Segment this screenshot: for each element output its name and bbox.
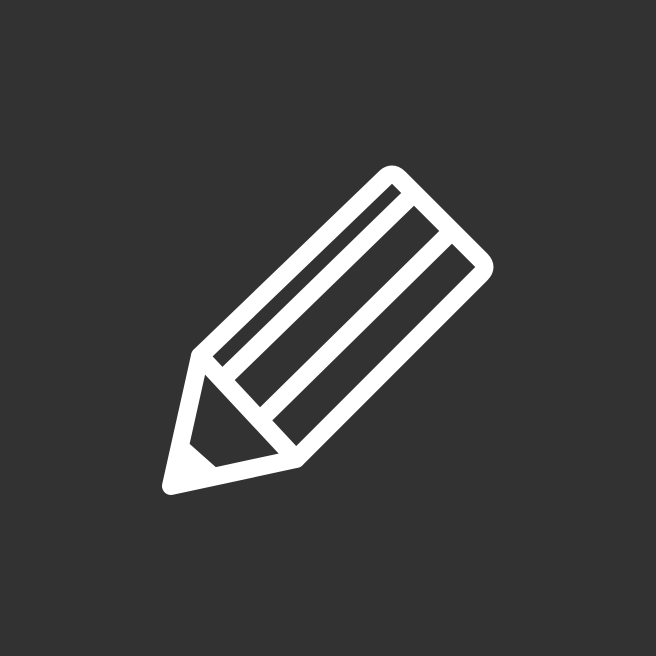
edit-button[interactable] bbox=[0, 0, 656, 656]
pencil-icon bbox=[162, 165, 494, 495]
